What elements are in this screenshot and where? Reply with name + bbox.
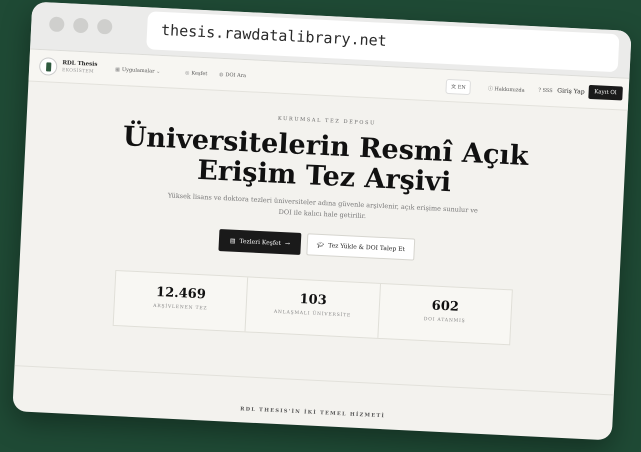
window-minimize-dot[interactable] bbox=[72, 17, 89, 34]
stat-value: 602 bbox=[431, 298, 460, 315]
globe-icon: ◍ bbox=[218, 71, 224, 79]
help-icon: ? bbox=[538, 87, 542, 94]
register-button[interactable]: Kayıt Ol bbox=[587, 84, 623, 101]
language-switch[interactable]: 文 EN bbox=[445, 78, 472, 96]
explore-theses-button[interactable]: ▤ Tezleri Keşfet → bbox=[218, 229, 302, 255]
info-icon: ⓘ bbox=[487, 85, 494, 93]
nav-doi-search[interactable]: ◍ DOI Ara bbox=[219, 72, 246, 79]
language-label: EN bbox=[457, 84, 466, 91]
brand[interactable]: RDL Thesis EKOSİSTEM bbox=[62, 60, 98, 76]
stat-partner-universities: 103 ANLAŞMALI ÜNİVERSİTE bbox=[245, 277, 381, 338]
nav-explore-label: Keşfet bbox=[191, 70, 208, 78]
explore-theses-label: Tezleri Keşfet bbox=[239, 237, 282, 247]
brand-tagline: EKOSİSTEM bbox=[61, 68, 94, 75]
nav-faq-label: SSS bbox=[542, 87, 553, 95]
nav-apps-menu[interactable]: ▦ Uygulamalar ⌄ bbox=[115, 67, 163, 75]
window-close-dot[interactable] bbox=[48, 16, 65, 33]
stat-value: 12.469 bbox=[155, 284, 207, 303]
stat-archived-theses: 12.469 ARŞİVLENEN TEZ bbox=[113, 271, 249, 332]
graduation-cap-icon: 🎓︎ bbox=[316, 241, 325, 249]
nav-apps-label: Uygulamalar bbox=[121, 67, 155, 75]
stat-label: ANLAŞMALI ÜNİVERSİTE bbox=[273, 309, 352, 319]
browser-window: thesis.rawdatalibrary.net RDL Thesis EKO… bbox=[12, 1, 632, 441]
section-divider bbox=[14, 365, 614, 396]
hero-section: KURUMSAL TEZ DEPOSU Üniversitelerin Resm… bbox=[12, 81, 627, 440]
chevron-down-icon: ⌄ bbox=[156, 68, 161, 75]
translate-icon: 文 bbox=[450, 84, 457, 91]
nav-about-label: Hakkımızda bbox=[494, 86, 525, 94]
nav-doi-label: DOI Ara bbox=[225, 72, 247, 80]
upload-thesis-button[interactable]: 🎓︎ Tez Yükle & DOI Talep Et bbox=[306, 233, 416, 261]
nav-faq[interactable]: ? SSS bbox=[538, 87, 553, 94]
arrow-right-icon: → bbox=[284, 239, 291, 247]
services-section-title: RDL THESIS'İN İKİ TEMEL HİZMETİ bbox=[240, 406, 386, 420]
grid-icon: ▦ bbox=[114, 66, 121, 73]
scene: thesis.rawdatalibrary.net RDL Thesis EKO… bbox=[0, 0, 641, 452]
upload-thesis-label: Tez Yükle & DOI Talep Et bbox=[328, 241, 406, 253]
stat-doi-assigned: 602 DOI ATANMIŞ bbox=[378, 284, 512, 344]
nav-explore[interactable]: ◎ Keşfet bbox=[185, 70, 208, 77]
stat-label: DOI ATANMIŞ bbox=[423, 317, 466, 325]
stats-panel: 12.469 ARŞİVLENEN TEZ 103 ANLAŞMALI ÜNİV… bbox=[112, 269, 513, 346]
stat-label: ARŞİVLENEN TEZ bbox=[153, 303, 208, 312]
document-icon: ▤ bbox=[229, 237, 236, 245]
book-logo-icon[interactable] bbox=[38, 57, 58, 76]
compass-icon: ◎ bbox=[184, 70, 190, 77]
stat-value: 103 bbox=[299, 292, 328, 309]
window-maximize-dot[interactable] bbox=[96, 18, 113, 35]
nav-about[interactable]: ⓘ Hakkımızda bbox=[488, 85, 525, 94]
login-link[interactable]: Giriş Yap bbox=[557, 87, 585, 95]
